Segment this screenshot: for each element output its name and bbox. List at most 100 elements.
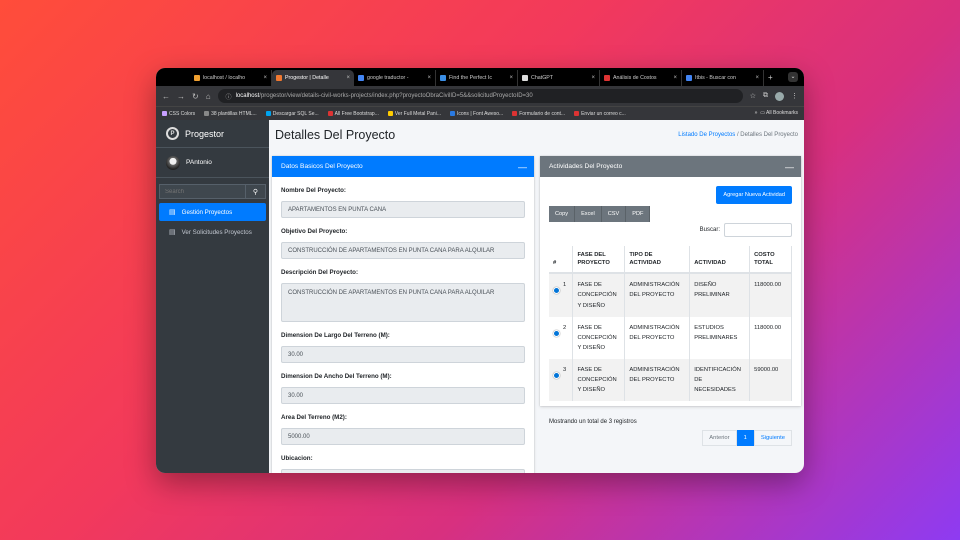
pdf-button[interactable]: PDF: [626, 206, 651, 222]
prev-page-button[interactable]: Anterior: [702, 430, 737, 446]
column-header[interactable]: TIPO DE ACTIVIDAD: [624, 246, 691, 275]
tab-title: google traductor -: [367, 75, 409, 81]
back-icon[interactable]: ←: [162, 92, 170, 101]
bookmark-favicon-icon: [512, 111, 518, 116]
row-number: 3: [563, 367, 567, 374]
breadcrumb-link[interactable]: Listado De Proyectos: [678, 132, 735, 138]
table-icon: ▤: [169, 209, 176, 216]
brand[interactable]: P Progestor: [156, 120, 269, 148]
collapse-icon[interactable]: —: [785, 162, 794, 172]
field-label: Dimension De Ancho Del Terreno (M):: [281, 373, 392, 380]
copy-button[interactable]: Copy: [549, 206, 576, 222]
forward-icon[interactable]: →: [177, 92, 185, 101]
activities-table: # FASE DEL PROYECTO TIPO DE ACTIVIDAD ACTIV…: [549, 246, 792, 402]
field-value: CONSTRUCCIÓN DE APARTAMENTOS EN PUNTA CA…: [281, 283, 525, 322]
brand-logo-icon: P: [166, 127, 179, 140]
bookmark-label: Ver Full Metal Pani...: [394, 110, 441, 117]
browser-tab[interactable]: localhost / localho ×: [190, 70, 272, 86]
row-number: 1: [563, 282, 567, 289]
browser-tab[interactable]: google traductor - ×: [354, 70, 436, 86]
bookmark-label: 38 plantillas HTML...: [211, 110, 257, 117]
column-header[interactable]: ACTIVIDAD: [689, 246, 751, 275]
url-host: localhost: [235, 93, 260, 99]
bookmark-item[interactable]: All Free Bootstrap...: [327, 111, 379, 117]
csv-button[interactable]: CSV: [601, 206, 627, 222]
reload-icon[interactable]: ↻: [192, 92, 199, 101]
sidebar-item-label: Gestión Proyectos: [181, 208, 233, 216]
add-activity-button[interactable]: Agregar Nueva Actividad: [716, 186, 792, 204]
content: Detalles Del Proyecto Listado De Proyect…: [269, 120, 804, 473]
tab-favicon-icon: [440, 75, 446, 81]
all-bookmarks[interactable]: » ▭ All Bookmarks: [755, 110, 798, 116]
browser-tab[interactable]: Find the Perfect Ic ×: [436, 70, 518, 86]
close-tab-icon[interactable]: ×: [591, 75, 595, 81]
bookmark-favicon-icon: [574, 111, 580, 116]
field-value: 5000.00: [281, 428, 525, 445]
bookmark-favicon-icon: [204, 111, 210, 116]
menu-icon[interactable]: ⋮: [791, 92, 798, 100]
page-title: Detalles Del Proyecto: [275, 128, 396, 142]
column-header[interactable]: COSTO TOTAL: [749, 246, 792, 275]
expand-row-icon[interactable]: [553, 372, 560, 380]
close-tab-icon[interactable]: ×: [509, 75, 513, 81]
bookmark-item[interactable]: Enviar un correo c...: [574, 111, 626, 117]
table-cell: ADMINISTRACIÓN DEL PROYECTO: [624, 316, 691, 360]
home-icon[interactable]: ⌂: [206, 92, 211, 101]
field-value: PUNTA CANA: [281, 469, 525, 473]
field-label: Descripción Del Proyecto:: [281, 269, 359, 276]
sidebar-item-ver-solicitudes[interactable]: ▤ Ver Solicitudes Proyectos: [159, 223, 266, 241]
table-cell: DISEÑO PRELIMINAR: [689, 273, 751, 317]
field-label: Objetivo Del Proyecto:: [281, 228, 348, 235]
close-tab-icon[interactable]: ×: [346, 75, 350, 81]
browser-tab[interactable]: Progestor | Detalle ×: [272, 70, 354, 86]
browser-tab[interactable]: ChatGPT ×: [518, 70, 600, 86]
bookmark-item[interactable]: 38 plantillas HTML...: [204, 111, 257, 117]
page-1-button[interactable]: 1: [736, 430, 754, 446]
bookmark-item[interactable]: Formulario de cont...: [512, 111, 565, 117]
bookmark-item[interactable]: CSS Colors: [162, 111, 195, 117]
bookmark-label: Enviar un correo c...: [581, 110, 626, 117]
close-tab-icon[interactable]: ×: [755, 75, 759, 81]
tab-favicon-icon: [194, 75, 200, 81]
expand-row-icon[interactable]: [553, 329, 560, 337]
search-icon[interactable]: ⚲: [246, 184, 266, 199]
excel-button[interactable]: Excel: [575, 206, 602, 222]
close-tab-icon[interactable]: ×: [427, 75, 431, 81]
collapse-icon[interactable]: —: [518, 162, 527, 172]
column-header[interactable]: FASE DEL PROYECTO: [572, 246, 626, 275]
field-label: Dimension De Largo Del Terreno (M):: [281, 332, 390, 339]
table-search-input[interactable]: [724, 223, 792, 237]
field-label: Ubicacion:: [281, 455, 313, 462]
url-path: /progestor/view/details-civil-works-proj…: [259, 93, 533, 99]
bookmark-label: Descargar SQL Se...: [272, 110, 319, 117]
column-header[interactable]: #: [549, 246, 574, 275]
field-value: CONSTRUCCIÓN DE APARTAMENTOS EN PUNTA CA…: [281, 242, 525, 259]
bookmark-favicon-icon: [387, 111, 393, 116]
sidebar-item-gestion-proyectos[interactable]: ▤ Gestión Proyectos: [159, 203, 266, 221]
extensions-icon[interactable]: ⧉: [763, 92, 768, 100]
table-cell: ADMINISTRACIÓN DEL PROYECTO: [624, 359, 691, 402]
close-tab-icon[interactable]: ×: [263, 75, 267, 81]
bookmark-item[interactable]: Descargar SQL Se...: [265, 110, 319, 117]
browser-window: localhost / localho × Progestor | Detalle ×…: [156, 68, 804, 473]
next-page-button[interactable]: Siguiente: [753, 430, 792, 446]
url-input[interactable]: ⓘ localhost/progestor/view/details-civil…: [217, 89, 743, 103]
basic-data-header: Datos Basicos Del Proyecto —: [272, 156, 534, 177]
close-tab-icon[interactable]: ×: [673, 75, 677, 81]
profile-avatar[interactable]: [775, 91, 784, 101]
new-tab-icon[interactable]: +: [764, 70, 773, 86]
browser-tab[interactable]: Itbis - Buscar con ×: [682, 70, 764, 86]
user-panel[interactable]: PAntonio: [156, 148, 269, 178]
tab-strip: localhost / localho × Progestor | Detalle ×…: [156, 68, 804, 86]
sidebar-search-input[interactable]: [159, 184, 246, 199]
site-info-icon[interactable]: ⓘ: [226, 92, 232, 101]
browser-tab[interactable]: Análisis de Costos ×: [600, 70, 682, 86]
tab-search-icon[interactable]: ⌄: [788, 72, 798, 82]
expand-row-icon[interactable]: [553, 287, 560, 295]
bookmark-item[interactable]: Icons | Font Aweso...: [449, 111, 503, 117]
table-cell: 118000.00: [749, 316, 792, 360]
bookmark-item[interactable]: Ver Full Metal Pani...: [387, 110, 441, 117]
bookmark-star-icon[interactable]: ☆: [750, 92, 756, 100]
sidebar-item-label: Ver Solicitudes Proyectos: [181, 228, 252, 236]
tab-title: Progestor | Detalle: [285, 75, 329, 81]
